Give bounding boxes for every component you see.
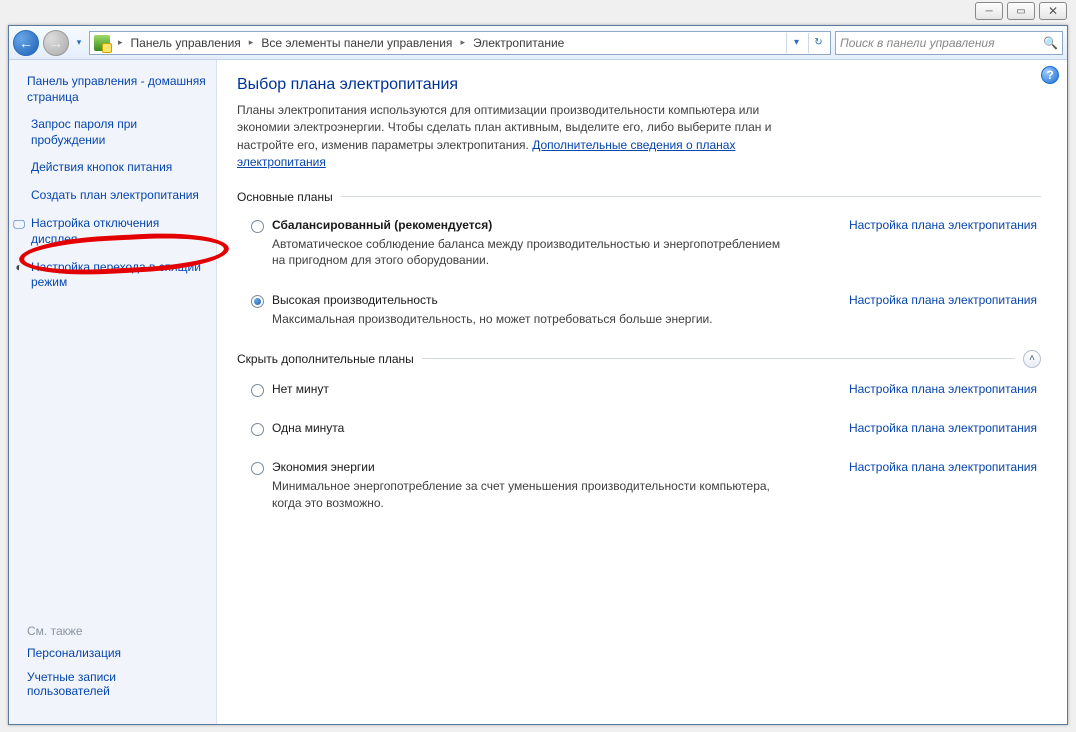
power-options-icon <box>94 35 110 51</box>
breadcrumb-item[interactable]: Электропитание <box>473 36 564 50</box>
blank-icon <box>11 117 27 133</box>
section-header: Основные планы <box>237 190 333 204</box>
plan-name[interactable]: Экономия энергии <box>272 460 375 474</box>
nav-forward-button[interactable]: → <box>43 30 69 56</box>
section-header: Скрыть дополнительные планы <box>237 352 414 366</box>
plan-radio[interactable] <box>251 423 264 436</box>
divider <box>422 358 1015 359</box>
plan-description: Максимальная производительность, но може… <box>272 311 792 328</box>
see-also-user-accounts[interactable]: Учетные записи пользователей <box>27 670 198 698</box>
plan-description: Автоматическое соблюдение баланса между … <box>272 236 792 270</box>
nav-back-button[interactable]: ← <box>13 30 39 56</box>
window-chrome: ─ ▭ ✕ <box>975 2 1067 20</box>
breadcrumb-sep-icon: ▸ <box>116 37 125 48</box>
sidebar: Панель управления - домашняя страница За… <box>9 60 217 724</box>
plan-power-saver: Экономия энергии Настройка плана электро… <box>237 456 1041 516</box>
page-description: Планы электропитания используются для оп… <box>237 102 797 172</box>
plan-name[interactable]: Высокая производительность <box>272 293 438 307</box>
blank-icon <box>11 188 27 204</box>
collapse-button[interactable]: ˄ <box>1023 350 1041 368</box>
sidebar-home-link[interactable]: Панель управления - домашняя страница <box>9 68 216 111</box>
divider <box>341 196 1041 197</box>
toolbar: ← → ▾ ▸ Панель управления ▸ Все элементы… <box>9 26 1067 60</box>
sidebar-link-create-plan[interactable]: Создать план электропитания <box>9 182 216 210</box>
breadcrumb-sep-icon: ▸ <box>458 37 467 48</box>
sidebar-footer: См. также Персонализация Учетные записи … <box>9 614 216 718</box>
breadcrumb-item[interactable]: Панель управления <box>131 36 241 50</box>
plan-settings-link[interactable]: Настройка плана электропитания <box>849 460 1041 474</box>
search-icon[interactable]: 🔍 <box>1043 36 1058 50</box>
plan-radio[interactable] <box>251 384 264 397</box>
close-button[interactable]: ✕ <box>1039 2 1067 20</box>
sidebar-link-display-off[interactable]: 🖵 Настройка отключения дисплея <box>9 210 216 253</box>
address-bar[interactable]: ▸ Панель управления ▸ Все элементы панел… <box>89 31 831 55</box>
plan-settings-link[interactable]: Настройка плана электропитания <box>849 382 1041 396</box>
content-area: ? Выбор плана электропитания Планы элект… <box>217 60 1067 724</box>
refresh-button[interactable]: ↻ <box>808 33 828 53</box>
moon-icon: ◐ <box>11 260 27 276</box>
sidebar-link-sleep[interactable]: ◐ Настройка перехода в спящий режим <box>9 254 216 297</box>
plan-no-minutes: Нет минут Настройка плана электропитания <box>237 378 1041 401</box>
monitor-icon: 🖵 <box>11 216 27 232</box>
maximize-button[interactable]: ▭ <box>1007 2 1035 20</box>
plan-settings-link[interactable]: Настройка плана электропитания <box>849 421 1041 435</box>
sidebar-link-buttons[interactable]: Действия кнопок питания <box>9 154 216 182</box>
sidebar-item-label: Настройка отключения дисплея <box>31 216 206 247</box>
plan-settings-link[interactable]: Настройка плана электропитания <box>849 218 1041 232</box>
plan-high-performance: Высокая производительность Настройка пла… <box>237 289 1041 332</box>
blank-icon <box>11 160 27 176</box>
see-also-personalization[interactable]: Персонализация <box>27 646 198 660</box>
plan-settings-link[interactable]: Настройка плана электропитания <box>849 293 1041 307</box>
plan-radio[interactable] <box>251 220 264 233</box>
page-title: Выбор плана электропитания <box>237 76 1041 94</box>
minimize-button[interactable]: ─ <box>975 2 1003 20</box>
window-body: Панель управления - домашняя страница За… <box>9 60 1067 724</box>
plan-one-minute: Одна минута Настройка плана электропитан… <box>237 417 1041 440</box>
plan-name[interactable]: Сбалансированный (рекомендуется) <box>272 218 492 232</box>
control-panel-window: ─ ▭ ✕ ← → ▾ ▸ Панель управления ▸ Все эл… <box>8 25 1068 725</box>
sidebar-item-label: Создать план электропитания <box>31 188 199 204</box>
search-placeholder: Поиск в панели управления <box>840 36 1037 50</box>
plan-description: Минимальное энергопотребление за счет ум… <box>272 478 792 512</box>
nav-history-dropdown[interactable]: ▾ <box>73 30 85 56</box>
sidebar-link-password[interactable]: Запрос пароля при пробуждении <box>9 111 216 154</box>
address-dropdown-button[interactable]: ▾ <box>786 33 806 53</box>
sidebar-item-label: Запрос пароля при пробуждении <box>31 117 206 148</box>
plan-balanced: Сбалансированный (рекомендуется) Настрой… <box>237 214 1041 274</box>
plan-radio[interactable] <box>251 295 264 308</box>
section-extra-plans: Скрыть дополнительные планы ˄ Нет минут … <box>237 350 1041 516</box>
breadcrumb-item[interactable]: Все элементы панели управления <box>261 36 452 50</box>
breadcrumb-sep-icon: ▸ <box>247 37 256 48</box>
sidebar-item-label: Настройка перехода в спящий режим <box>31 260 206 291</box>
section-main-plans: Основные планы Сбалансированный (рекомен… <box>237 190 1041 332</box>
see-also-header: См. также <box>27 624 198 638</box>
plan-radio[interactable] <box>251 462 264 475</box>
plan-name[interactable]: Одна минута <box>272 421 344 435</box>
search-input[interactable]: Поиск в панели управления 🔍 <box>835 31 1063 55</box>
sidebar-item-label: Действия кнопок питания <box>31 160 172 176</box>
help-icon[interactable]: ? <box>1041 66 1059 84</box>
plan-name[interactable]: Нет минут <box>272 382 329 396</box>
